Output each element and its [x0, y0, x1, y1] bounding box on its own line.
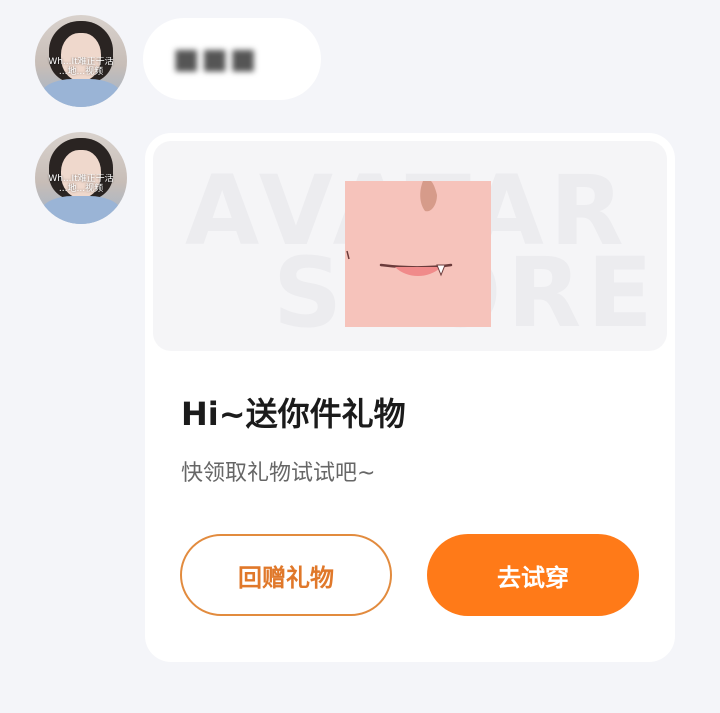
sender-avatar[interactable]: Wh...It难正干活 ...地...视频	[35, 15, 127, 107]
gift-card-title: Hi~送你件礼物	[181, 395, 406, 433]
gift-card[interactable]: AVATAR STORE Hi~送你件礼物 快领取礼物试试吧~ 回赠礼物 去试穿	[145, 133, 675, 662]
gift-card-subtitle: 快领取礼物试试吧~	[181, 461, 376, 486]
return-gift-button[interactable]: 回赠礼物	[180, 534, 392, 616]
avatar-overlay-text: Wh...It难正干活 ...地...视频	[48, 57, 114, 77]
blurred-message-text: ■■■	[173, 42, 259, 75]
gift-preview-image[interactable]	[345, 181, 491, 327]
sender-avatar[interactable]: Wh...It难正干活 ...地...视频	[35, 132, 127, 224]
avatar-shirt	[41, 196, 121, 224]
message-bubble[interactable]: ■■■	[143, 18, 321, 100]
avatar-overlay-text: Wh...It难正干活 ...地...视频	[48, 174, 114, 194]
gift-banner: AVATAR STORE	[153, 141, 667, 351]
avatar-shirt	[41, 79, 121, 107]
try-on-button[interactable]: 去试穿	[427, 534, 639, 616]
